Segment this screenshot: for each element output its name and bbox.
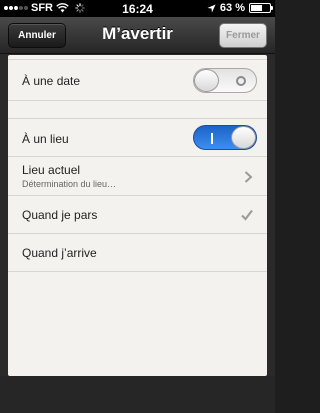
current-location-status: Détermination du lieu… — [22, 179, 117, 189]
when-leaving-row[interactable]: Quand je pars — [8, 195, 267, 234]
bottom-shadow-area — [0, 376, 275, 413]
toggle-knob[interactable] — [194, 69, 219, 92]
battery-percent: 63 % — [219, 2, 245, 14]
chevron-right-icon — [244, 171, 253, 183]
battery-icon — [249, 3, 273, 13]
location-alert-row[interactable]: À un lieu — [8, 118, 267, 157]
date-alert-row[interactable]: À une date — [8, 59, 267, 101]
current-location-row[interactable]: Lieu actuel Détermination du lieu… — [8, 156, 267, 196]
when-leaving-label: Quand je pars — [22, 208, 98, 222]
close-button[interactable]: Fermer — [219, 23, 267, 48]
toggle-knob[interactable] — [231, 126, 256, 149]
when-arriving-label: Quand j’arrive — [22, 246, 97, 260]
location-alert-toggle[interactable] — [193, 125, 257, 150]
toggle-off-icon — [236, 76, 246, 86]
date-alert-label: À une date — [22, 74, 81, 88]
location-alert-label: À un lieu — [22, 132, 69, 146]
date-alert-toggle[interactable] — [193, 68, 257, 93]
checkmark-icon — [241, 209, 253, 221]
page-title: M’avertir — [102, 24, 173, 43]
toggle-on-icon — [211, 133, 213, 144]
status-bar: SFR 16:24 63 % — [0, 0, 275, 17]
settings-panel: À une date À un lieu Lieu actuel Détermi… — [8, 55, 267, 376]
reminder-alert-screen: SFR 16:24 63 % Annuler M’avertir Fermer … — [0, 0, 275, 413]
current-location-label: Lieu actuel — [22, 163, 81, 177]
navigation-bar: Annuler M’avertir Fermer — [0, 17, 275, 54]
battery-level — [251, 5, 262, 11]
status-right-group: 63 % — [207, 2, 273, 14]
location-arrow-icon — [207, 3, 216, 13]
when-arriving-row[interactable]: Quand j’arrive — [8, 233, 267, 272]
cancel-button[interactable]: Annuler — [8, 23, 66, 48]
